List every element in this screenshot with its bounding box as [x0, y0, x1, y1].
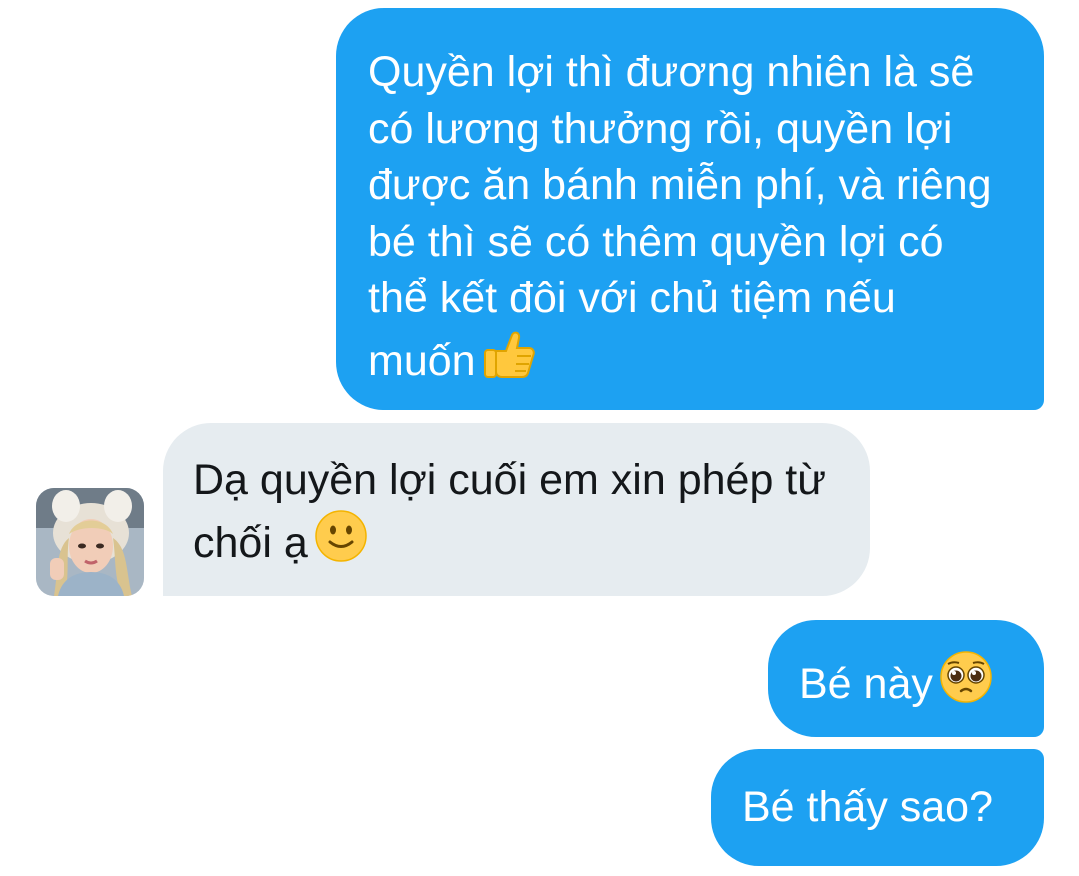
sent-message-bubble[interactable]: Bé thấy sao?: [711, 749, 1044, 866]
pleading-face-icon: [939, 650, 993, 704]
sent-message-bubble[interactable]: Quyền lợi thì đương nhiên là sẽ có lương…: [336, 8, 1044, 410]
message-text: Bé này: [799, 660, 933, 708]
slightly-smiling-face-icon: [314, 509, 368, 563]
message-text: Dạ quyền lợi cuối em xin phép từ chối ạ: [193, 456, 827, 567]
thumbs-up-icon: [482, 327, 536, 381]
message-text: Bé thấy sao?: [742, 783, 994, 831]
contact-avatar[interactable]: [36, 488, 144, 596]
sent-message-bubble[interactable]: Bé này: [768, 620, 1044, 737]
received-message-bubble[interactable]: Dạ quyền lợi cuối em xin phép từ chối ạ: [163, 423, 870, 596]
message-text: Quyền lợi thì đương nhiên là sẽ có lương…: [368, 48, 992, 385]
